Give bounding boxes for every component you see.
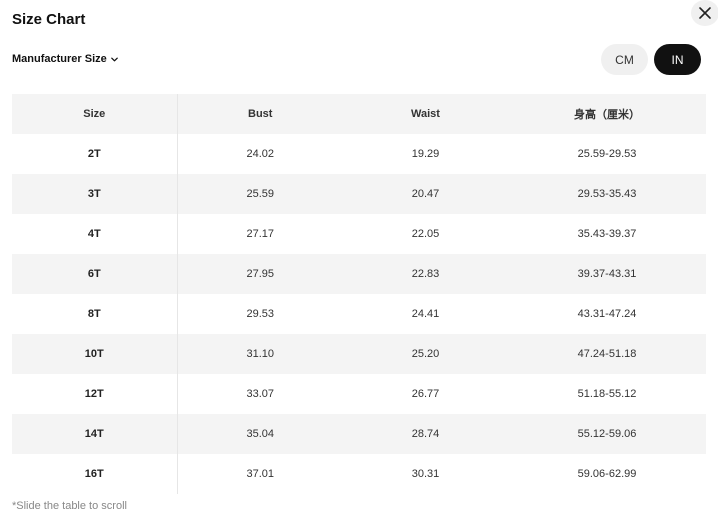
cell-size: 3T: [12, 174, 178, 214]
cell-size: 14T: [12, 414, 178, 454]
table-row: 12T 33.07 26.77 51.18-55.12: [12, 374, 706, 414]
cell-bust: 37.01: [246, 468, 275, 480]
table-row: 10T 31.10 25.20 47.24-51.18: [12, 334, 706, 374]
table-row: 6T 27.95 22.83 39.37-43.31: [12, 254, 706, 294]
cell-waist: 28.74: [343, 414, 508, 454]
table-row: 4T 27.17 22.05 35.43-39.37: [12, 214, 706, 254]
cell-bust: 33.07: [246, 388, 275, 400]
cell-height: 55.12-59.06: [508, 414, 706, 454]
cell-size: 4T: [12, 214, 178, 254]
size-type-label: Manufacturer Size: [12, 53, 107, 65]
cell-size: 2T: [12, 134, 178, 174]
header-waist: Waist: [343, 94, 508, 134]
size-table-container[interactable]: Size Bust Waist 身高（厘米） 2T 24.02 19.29 25…: [12, 94, 706, 494]
table-row: 14T 35.04 28.74 55.12-59.06: [12, 414, 706, 454]
cell-waist: 22.83: [343, 254, 508, 294]
table-row: 8T 29.53 24.41 43.31-47.24: [12, 294, 706, 334]
cell-size: 12T: [12, 374, 178, 414]
cell-bust: 29.53: [246, 308, 275, 320]
cell-height: 47.24-51.18: [508, 334, 706, 374]
cell-waist: 19.29: [411, 148, 440, 160]
cell-size: 8T: [12, 294, 178, 334]
close-button[interactable]: [691, 0, 718, 26]
unit-cm-button[interactable]: CM: [601, 44, 648, 75]
cell-waist: 30.31: [411, 468, 440, 480]
cell-waist: 22.05: [411, 228, 440, 240]
header-size: Size: [12, 94, 178, 134]
cell-height: 29.53-35.43: [508, 174, 706, 214]
cell-height: 25.59-29.53: [577, 148, 637, 160]
cell-height: 35.43-39.37: [577, 228, 637, 240]
close-icon: [699, 7, 711, 19]
cell-size: 6T: [12, 254, 178, 294]
cell-height: 39.37-43.31: [508, 254, 706, 294]
cell-bust: 35.04: [177, 414, 343, 454]
size-type-dropdown[interactable]: Manufacturer Size: [12, 51, 119, 67]
cell-height: 59.06-62.99: [577, 468, 637, 480]
unit-in-button[interactable]: IN: [654, 44, 701, 75]
unit-toggle: CM IN: [601, 44, 701, 75]
header-height: 身高（厘米）: [508, 94, 706, 134]
page-title: Size Chart: [12, 11, 86, 28]
cell-waist: 26.77: [411, 388, 440, 400]
table-row: 3T 25.59 20.47 29.53-35.43: [12, 174, 706, 214]
cell-height: 43.31-47.24: [577, 308, 637, 320]
table-header-row: Size Bust Waist 身高（厘米）: [12, 94, 706, 134]
cell-size: 10T: [12, 334, 178, 374]
cell-bust: 31.10: [177, 334, 343, 374]
cell-size: 16T: [12, 454, 178, 494]
cell-waist: 20.47: [343, 174, 508, 214]
header-bust: Bust: [177, 94, 343, 134]
cell-bust: 25.59: [177, 174, 343, 214]
cell-waist: 25.20: [343, 334, 508, 374]
cell-height: 51.18-55.12: [577, 388, 637, 400]
chevron-down-icon: [110, 57, 118, 61]
table-row: 16T 37.01 30.31 59.06-62.99: [12, 454, 706, 494]
cell-waist: 24.41: [411, 308, 440, 320]
cell-bust: 24.02: [246, 148, 275, 160]
cell-bust: 27.95: [177, 254, 343, 294]
scroll-hint: *Slide the table to scroll: [12, 500, 127, 512]
size-table: Size Bust Waist 身高（厘米） 2T 24.02 19.29 25…: [12, 94, 706, 494]
cell-bust: 27.17: [246, 228, 275, 240]
table-row: 2T 24.02 19.29 25.59-29.53: [12, 134, 706, 174]
